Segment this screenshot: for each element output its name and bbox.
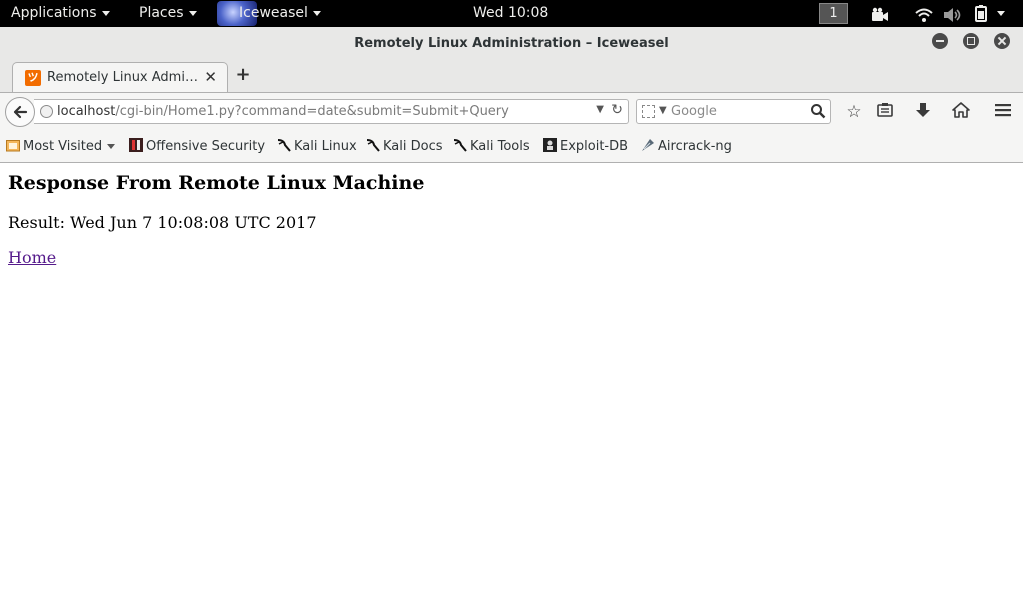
globe-icon[interactable] bbox=[40, 105, 53, 118]
url-bar[interactable]: localhost/cgi-bin/Home1.py?command=date&… bbox=[34, 99, 629, 124]
camera-icon[interactable] bbox=[871, 6, 889, 22]
window-title: Remotely Linux Administration – Icewease… bbox=[354, 36, 669, 51]
home-icon[interactable] bbox=[951, 102, 971, 122]
folder-icon bbox=[6, 138, 20, 152]
bookmark-exploit-db[interactable]: Exploit-DB bbox=[543, 138, 628, 154]
chevron-down-icon bbox=[107, 144, 116, 149]
offsec-icon bbox=[129, 138, 143, 152]
search-engine-dropdown-icon[interactable]: ▼ bbox=[659, 105, 667, 116]
home-link[interactable]: Home bbox=[8, 248, 56, 267]
tab-remotely-linux-admin[interactable]: ツ Remotely Linux Admi… ✕ bbox=[12, 62, 228, 93]
clock[interactable]: Wed 10:08 bbox=[473, 0, 548, 27]
bookmark-kali-linux[interactable]: Kali Linux bbox=[277, 138, 357, 154]
volume-icon[interactable] bbox=[943, 6, 963, 22]
system-menu-chevron-icon[interactable] bbox=[997, 0, 1005, 27]
page-content: Response From Remote Linux Machine Resul… bbox=[0, 163, 1023, 599]
maximize-icon[interactable] bbox=[963, 33, 979, 49]
new-tab-plus-icon[interactable]: + bbox=[233, 65, 253, 85]
aircrack-icon bbox=[641, 138, 655, 152]
applications-label: Applications bbox=[11, 5, 97, 21]
kali-dragon-icon bbox=[366, 138, 380, 152]
top-panel: Applications Places Iceweasel Wed 10:08 … bbox=[0, 0, 1023, 27]
chevron-down-icon bbox=[188, 10, 197, 16]
bookmark-label: Kali Linux bbox=[294, 139, 357, 154]
close-window-icon[interactable] bbox=[994, 33, 1010, 49]
page-heading: Response From Remote Linux Machine bbox=[8, 172, 425, 194]
bookmark-star-icon[interactable]: ☆ bbox=[844, 102, 864, 122]
window-titlebar[interactable]: Remotely Linux Administration – Icewease… bbox=[0, 27, 1023, 61]
search-engine-icon[interactable] bbox=[642, 105, 655, 118]
bookmark-label: Exploit-DB bbox=[560, 139, 629, 154]
reading-list-icon[interactable] bbox=[875, 102, 895, 122]
search-icon[interactable] bbox=[810, 103, 826, 119]
bookmark-label: Kali Tools bbox=[470, 139, 530, 154]
url-text[interactable]: localhost/cgi-bin/Home1.py?command=date&… bbox=[57, 104, 509, 119]
bookmark-kali-tools[interactable]: Kali Tools bbox=[453, 138, 530, 154]
places-menu[interactable]: Places bbox=[139, 0, 197, 27]
chevron-down-icon bbox=[101, 10, 110, 16]
search-input[interactable] bbox=[671, 101, 806, 122]
back-arrow-icon[interactable] bbox=[5, 97, 35, 127]
url-path: /cgi-bin/Home1.py?command=date&submit=Su… bbox=[115, 104, 509, 119]
xampp-favicon-icon: ツ bbox=[25, 70, 41, 86]
reload-icon[interactable]: ↻ bbox=[611, 102, 623, 118]
url-host: localhost bbox=[57, 104, 116, 119]
kali-dragon-icon bbox=[277, 138, 291, 152]
bookmark-label: Kali Docs bbox=[383, 139, 443, 154]
bookmark-label: Offensive Security bbox=[146, 139, 266, 154]
tab-strip: ツ Remotely Linux Admi… ✕ + bbox=[0, 61, 1023, 93]
chevron-down-icon bbox=[312, 10, 321, 16]
workspace-indicator[interactable]: 1 bbox=[819, 3, 848, 24]
bookmark-kali-docs[interactable]: Kali Docs bbox=[366, 138, 443, 154]
applications-menu[interactable]: Applications bbox=[11, 0, 110, 27]
bookmark-aircrack-ng[interactable]: Aircrack-ng bbox=[641, 138, 732, 154]
bookmark-label: Most Visited bbox=[23, 139, 103, 154]
kali-dragon-icon bbox=[453, 138, 467, 152]
result-text: Result: Wed Jun 7 10:08:08 UTC 2017 bbox=[8, 213, 317, 232]
tab-title: Remotely Linux Admi… bbox=[47, 70, 198, 85]
wifi-icon[interactable] bbox=[915, 6, 933, 22]
battery-icon[interactable] bbox=[975, 5, 987, 23]
bookmarks-toolbar: Most Visited Offensive Security Kali Lin… bbox=[0, 130, 1023, 163]
hamburger-menu-icon[interactable] bbox=[993, 102, 1013, 122]
url-history-dropdown-icon[interactable]: ▼ bbox=[596, 104, 604, 115]
bookmark-label: Aircrack-ng bbox=[658, 139, 732, 154]
places-label: Places bbox=[139, 5, 184, 21]
search-bar[interactable]: ▼ bbox=[636, 99, 831, 124]
active-app-label: Iceweasel bbox=[239, 5, 308, 21]
tab-close-icon[interactable]: ✕ bbox=[204, 68, 217, 86]
bookmark-most-visited[interactable]: Most Visited bbox=[6, 138, 116, 154]
bookmark-offensive-security[interactable]: Offensive Security bbox=[129, 138, 265, 154]
active-app-menu[interactable]: Iceweasel bbox=[239, 0, 321, 27]
exploit-db-icon bbox=[543, 138, 557, 152]
downloads-icon[interactable] bbox=[913, 102, 933, 122]
navigation-toolbar: localhost/cgi-bin/Home1.py?command=date&… bbox=[0, 92, 1023, 130]
minimize-icon[interactable] bbox=[932, 33, 948, 49]
